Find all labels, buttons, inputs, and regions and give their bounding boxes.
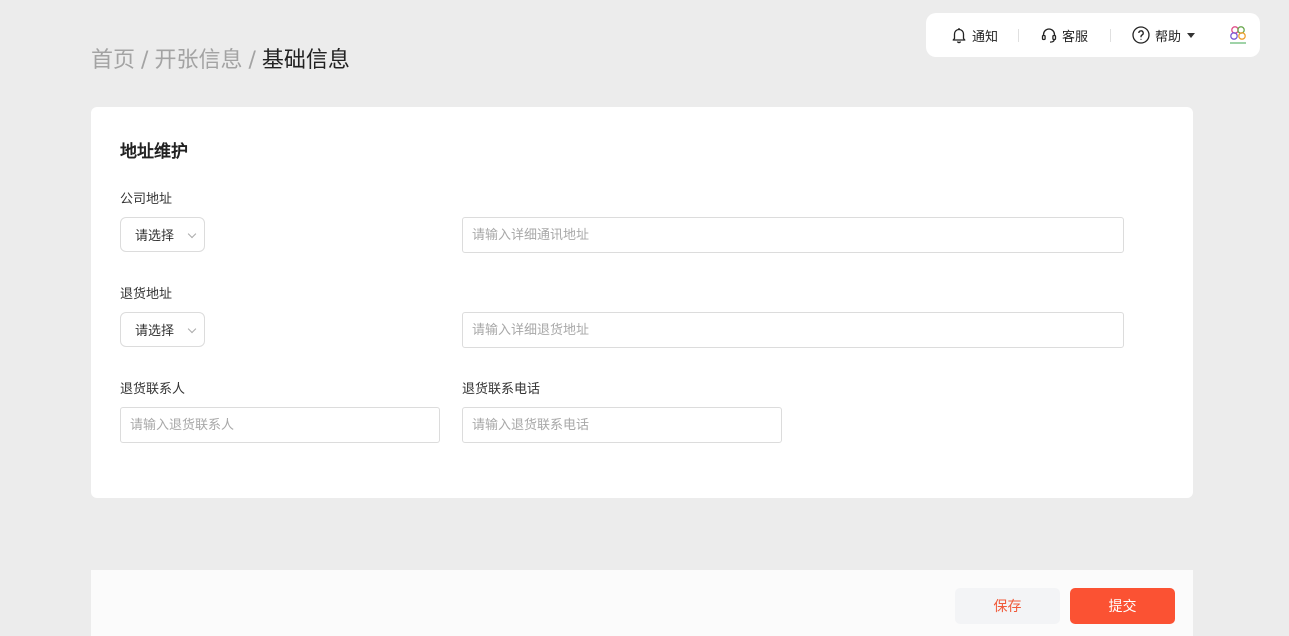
breadcrumb-separator: / xyxy=(248,48,256,73)
customer-service-button[interactable]: 客服 xyxy=(1040,13,1088,57)
company-address-detail-input[interactable] xyxy=(462,217,1124,253)
submit-button[interactable]: 提交 xyxy=(1070,588,1175,624)
headset-icon xyxy=(1040,26,1058,44)
breadcrumb-separator: / xyxy=(141,48,149,73)
action-footer: 保存 提交 xyxy=(91,570,1193,636)
return-address-detail-input[interactable] xyxy=(462,312,1124,348)
service-label: 客服 xyxy=(1062,29,1089,45)
return-address-region-select[interactable]: 请选择 xyxy=(120,312,205,347)
return-contact-input[interactable] xyxy=(120,407,440,443)
chevron-down-icon xyxy=(1187,32,1196,38)
return-contact-label: 退货联系人 xyxy=(120,382,186,397)
section-title: 地址维护 xyxy=(120,142,188,162)
company-address-label: 公司地址 xyxy=(120,192,173,207)
avatar[interactable] xyxy=(1226,23,1250,47)
notify-button[interactable]: 通知 xyxy=(950,13,998,57)
breadcrumb-item-basic-info: 基础信息 xyxy=(261,48,350,73)
top-toolbar: 通知 客服 帮助 xyxy=(926,13,1260,57)
return-phone-label: 退货联系电话 xyxy=(462,382,541,397)
return-phone-input[interactable] xyxy=(462,407,782,443)
address-card: 地址维护 公司地址 请选择 退货地址 请选择 退货联系人 退货联系电话 xyxy=(91,107,1193,498)
avatar-logo-icon xyxy=(1230,26,1246,44)
save-button[interactable]: 保存 xyxy=(955,588,1060,624)
breadcrumb-item-home[interactable]: 首页 xyxy=(91,48,135,73)
chevron-down-icon xyxy=(187,229,197,239)
select-value: 请选择 xyxy=(135,229,175,244)
select-value: 请选择 xyxy=(135,324,175,339)
breadcrumb: 首页 / 开张信息 / 基础信息 xyxy=(91,45,350,77)
toolbar-divider xyxy=(1018,29,1019,42)
question-icon xyxy=(1131,25,1151,45)
toolbar-divider xyxy=(1110,29,1111,42)
help-label: 帮助 xyxy=(1155,29,1182,45)
notify-label: 通知 xyxy=(972,29,999,45)
help-menu-button[interactable]: 帮助 xyxy=(1131,13,1196,57)
breadcrumb-item-store-info[interactable]: 开张信息 xyxy=(154,48,242,73)
page: 首页 / 开张信息 / 基础信息 通知 客服 帮助 地址维护 公司地址 请选择 … xyxy=(0,0,1289,636)
bell-icon xyxy=(950,26,968,44)
company-address-region-select[interactable]: 请选择 xyxy=(120,217,205,252)
return-address-label: 退货地址 xyxy=(120,287,173,302)
chevron-down-icon xyxy=(187,324,197,334)
